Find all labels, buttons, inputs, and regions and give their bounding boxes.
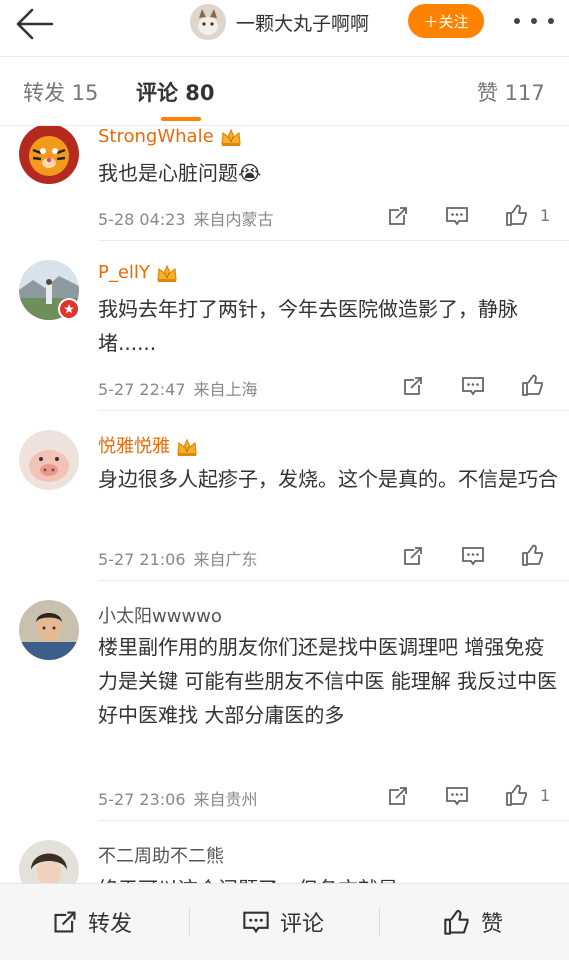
post-author[interactable]: 一颗大丸子啊啊	[190, 3, 369, 41]
comment-location: 来自广东	[193, 550, 258, 569]
tab-repost[interactable]: 转发 15	[23, 77, 98, 107]
more-button[interactable]	[514, 8, 554, 34]
comment-text: 身边很多人起疹子，发烧。这个是真的。不信是巧合	[98, 467, 558, 491]
repost-button[interactable]	[385, 783, 411, 809]
divider	[98, 580, 569, 581]
svg-text:V: V	[185, 447, 190, 454]
comment-icon	[446, 787, 468, 806]
commenter-name[interactable]: 不二周助不二熊	[98, 842, 224, 868]
comment-icon	[462, 547, 484, 566]
comment-location: 来自内蒙古	[193, 210, 274, 229]
like-icon	[522, 544, 543, 566]
comment-time: 5-27 23:06	[98, 790, 186, 809]
divider	[98, 240, 569, 241]
like-post-button[interactable]: 赞	[443, 904, 503, 940]
comment-time: 5-27 22:47	[98, 380, 186, 399]
comment-time: 5-28 04:23	[98, 210, 186, 229]
like-icon	[506, 784, 527, 806]
repost-button[interactable]	[400, 543, 426, 569]
follow-button[interactable]: ＋关注	[408, 4, 484, 38]
svg-text:V: V	[165, 273, 170, 280]
commenter-name[interactable]: 小太阳wwwwo	[98, 602, 222, 628]
repost-button[interactable]	[400, 373, 426, 399]
repost-icon	[404, 547, 422, 565]
like-button[interactable]	[520, 372, 546, 398]
comment-list[interactable]: StrongWhale V 我也是心脏问题😭 5-28 04:23 来自内蒙古 1	[0, 126, 569, 883]
comment-text: 楼里副作用的朋友你们还是找中医调理吧 增强免疫力是关键 可能有些朋友不信中医 能…	[98, 635, 558, 727]
comment-icon	[462, 377, 484, 396]
avatar[interactable]	[19, 600, 79, 660]
author-name[interactable]: 一颗大丸子啊啊	[236, 9, 369, 36]
crown-icon: V	[157, 264, 177, 282]
reply-button[interactable]	[444, 783, 470, 809]
reply-button[interactable]	[460, 543, 486, 569]
top-nav-bar: 一颗大丸子啊啊 ＋关注	[0, 0, 569, 56]
comment-icon	[243, 911, 269, 934]
crown-icon: V	[177, 438, 197, 456]
like-button[interactable]	[504, 782, 530, 808]
bottom-action-bar: 转发 评论 赞	[0, 883, 569, 960]
like-icon	[522, 374, 543, 396]
avatar[interactable]	[19, 840, 79, 883]
divider	[379, 908, 380, 936]
avatar[interactable]	[19, 430, 79, 490]
more-icon	[514, 18, 520, 24]
commenter-name[interactable]: StrongWhale V	[98, 126, 242, 147]
back-button[interactable]	[14, 6, 58, 42]
comment-location: 来自上海	[193, 380, 258, 399]
weibo-badge-icon	[58, 298, 80, 320]
like-button[interactable]	[504, 202, 530, 228]
repost-icon	[389, 207, 407, 225]
tab-comments[interactable]: 评论 80	[136, 77, 215, 107]
comment-text: 我也是心脏问题😭	[98, 161, 262, 185]
post-tabs: 转发 15 评论 80 赞 117	[0, 56, 569, 126]
author-avatar[interactable]	[190, 4, 226, 40]
like-icon	[444, 910, 469, 935]
repost-icon	[389, 787, 407, 805]
comment-text: 终于可以这个问题了，但各方就是...	[98, 872, 558, 883]
comment-icon	[446, 207, 468, 226]
comment-location: 来自贵州	[193, 790, 258, 809]
like-icon	[506, 204, 527, 226]
comment-time: 5-27 21:06	[98, 550, 186, 569]
comment-meta: 5-27 22:47 来自上海	[98, 376, 258, 400]
repost-icon	[404, 377, 422, 395]
active-tab-indicator	[161, 117, 201, 121]
repost-icon	[54, 911, 76, 933]
like-button[interactable]	[520, 542, 546, 568]
reply-button[interactable]	[460, 373, 486, 399]
commenter-name[interactable]: 悦雅悦雅 V	[98, 432, 198, 458]
svg-text:V: V	[228, 137, 233, 144]
crown-icon: V	[220, 128, 241, 146]
divider	[98, 820, 569, 821]
comment-meta: 5-27 23:06 来自贵州	[98, 786, 258, 810]
back-arrow-icon	[16, 8, 54, 40]
tab-likes[interactable]: 赞 117	[477, 77, 545, 107]
comment-text: 我妈去年打了两针，今年去医院做造影了，静脉堵......	[98, 297, 518, 355]
comment-meta: 5-28 04:23 来自内蒙古	[98, 206, 274, 230]
comment-meta: 5-27 21:06 来自广东	[98, 546, 258, 570]
like-count: 1	[540, 206, 551, 225]
divider	[98, 410, 569, 411]
repost-button[interactable]	[385, 203, 411, 229]
commenter-name[interactable]: P_ellY V	[98, 262, 178, 283]
comment-post-button[interactable]: 评论	[242, 904, 324, 940]
reply-button[interactable]	[444, 203, 470, 229]
repost-post-button[interactable]: 转发	[52, 904, 132, 940]
avatar[interactable]	[19, 126, 79, 184]
divider	[189, 908, 190, 936]
like-count: 1	[540, 786, 551, 805]
